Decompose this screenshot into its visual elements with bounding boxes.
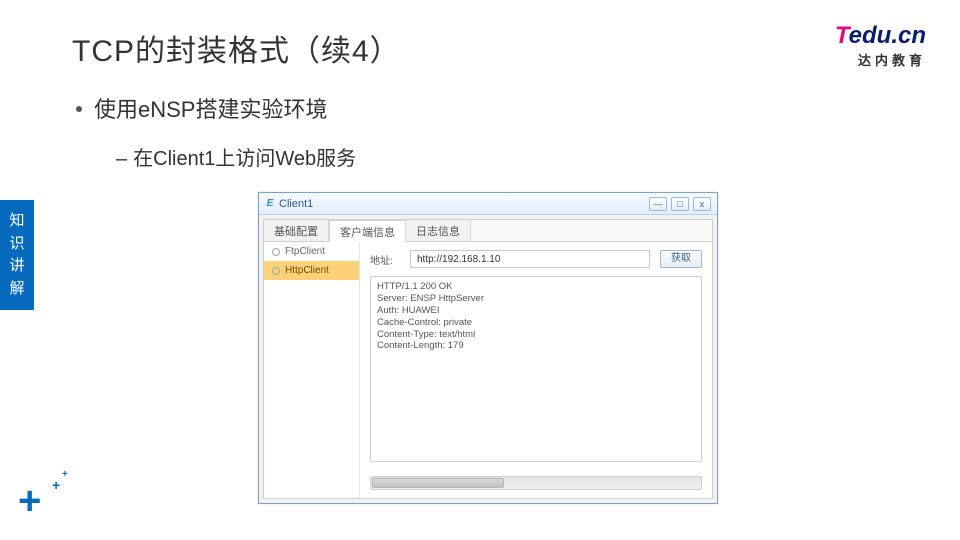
radio-icon (272, 267, 280, 275)
corner-plus-decor: + + + (18, 479, 41, 524)
tab-basic-config[interactable]: 基础配置 (264, 220, 329, 241)
tab-client-info[interactable]: 客户端信息 (329, 220, 406, 242)
logo-dot: . (891, 22, 898, 49)
resp-line-3: Cache-Control: private (377, 317, 695, 329)
maximize-button[interactable]: □ (671, 197, 689, 211)
bullet1-text: 使用eNSP搭建实验环境 (94, 97, 327, 122)
sidetab-char-3: 解 (0, 278, 34, 301)
plus-icon: + + + (18, 479, 41, 524)
response-textarea[interactable]: HTTP/1.1 200 OK Server: ENSP HttpServer … (370, 276, 702, 462)
resp-line-0: HTTP/1.1 200 OK (377, 281, 695, 293)
horizontal-scrollbar[interactable] (370, 476, 702, 490)
resp-line-5: Content-Length: 179 (377, 340, 695, 352)
bullet-dot-icon (76, 106, 82, 112)
list-item-ftpclient[interactable]: FtpClient (264, 242, 359, 261)
radio-icon (272, 248, 280, 256)
plus-small-icon-1: + (52, 477, 60, 493)
fetch-button[interactable]: 获取 (660, 250, 702, 268)
client-type-list: FtpClient HttpClient (264, 242, 360, 498)
tab-bar: 基础配置 客户端信息 日志信息 (264, 220, 712, 242)
resp-line-2: Auth: HUAWEI (377, 305, 695, 317)
window-titlebar[interactable]: E Client1 — □ x (259, 193, 717, 215)
logo-subtitle: 达内教育 (835, 50, 926, 69)
logo-t: T (835, 22, 849, 49)
close-button[interactable]: x (693, 197, 711, 211)
brand-logo: Tedu.cn 达内教育 (835, 24, 926, 69)
side-tab-knowledge: 知 识 讲 解 (0, 200, 34, 310)
sidetab-char-1: 识 (0, 233, 34, 256)
slide-title: TCP的封装格式（续4） (72, 26, 401, 70)
address-label: 地址: (370, 252, 400, 267)
sidetab-char-2: 讲 (0, 255, 34, 278)
dash-icon: – (116, 148, 127, 170)
logo-edu: edu (849, 22, 892, 49)
minimize-button[interactable]: — (649, 197, 667, 211)
sidetab-char-0: 知 (0, 210, 34, 233)
resp-line-4: Content-Type: text/html (377, 329, 695, 341)
bullet-level-2: –在Client1上访问Web服务 (116, 142, 356, 171)
list-label-http: HttpClient (285, 265, 329, 276)
app-icon: E (265, 199, 275, 209)
list-item-httpclient[interactable]: HttpClient (264, 261, 359, 280)
client1-window: E Client1 — □ x 基础配置 客户端信息 日志信息 (258, 192, 718, 504)
bullet-level-1: 使用eNSP搭建实验环境 (76, 92, 327, 124)
bullet2-text: 在Client1上访问Web服务 (133, 148, 356, 170)
list-label-ftp: FtpClient (285, 246, 325, 257)
plus-small-icon-2: + (62, 469, 68, 480)
address-input[interactable] (410, 250, 650, 268)
window-title: Client1 (279, 198, 313, 210)
tab-log-info[interactable]: 日志信息 (406, 220, 471, 241)
logo-cn: cn (898, 22, 926, 49)
scrollbar-thumb[interactable] (372, 478, 504, 488)
resp-line-1: Server: ENSP HttpServer (377, 293, 695, 305)
